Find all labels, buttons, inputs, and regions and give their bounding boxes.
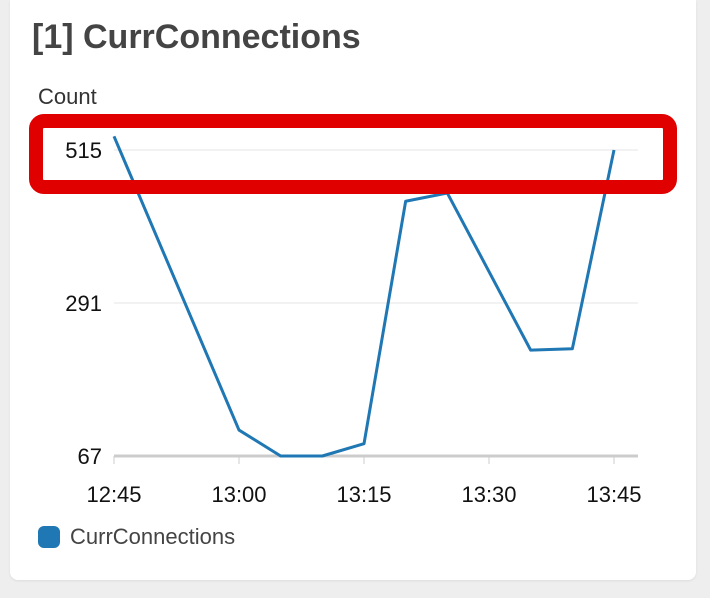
chart-card: [1] CurrConnections Count 67 291 515 12:45 1… [10,0,696,580]
legend-label: CurrConnections [70,524,236,549]
y-tick-label: 67 [78,444,102,469]
x-tick-label: 13:30 [461,482,516,507]
line-chart: Count 67 291 515 12:45 13:00 13:15 13:30 13:45 [29,84,677,507]
x-tick-label: 12:45 [86,482,141,507]
y-tick-label: 515 [65,138,102,163]
legend[interactable]: CurrConnections [38,524,235,550]
x-tick-label: 13:45 [586,482,641,507]
x-tick-label: 13:15 [336,482,391,507]
y-axis-label: Count [38,84,97,109]
x-tick-label: 13:00 [211,482,266,507]
y-tick-label: 291 [65,291,102,316]
legend-swatch [38,526,60,548]
